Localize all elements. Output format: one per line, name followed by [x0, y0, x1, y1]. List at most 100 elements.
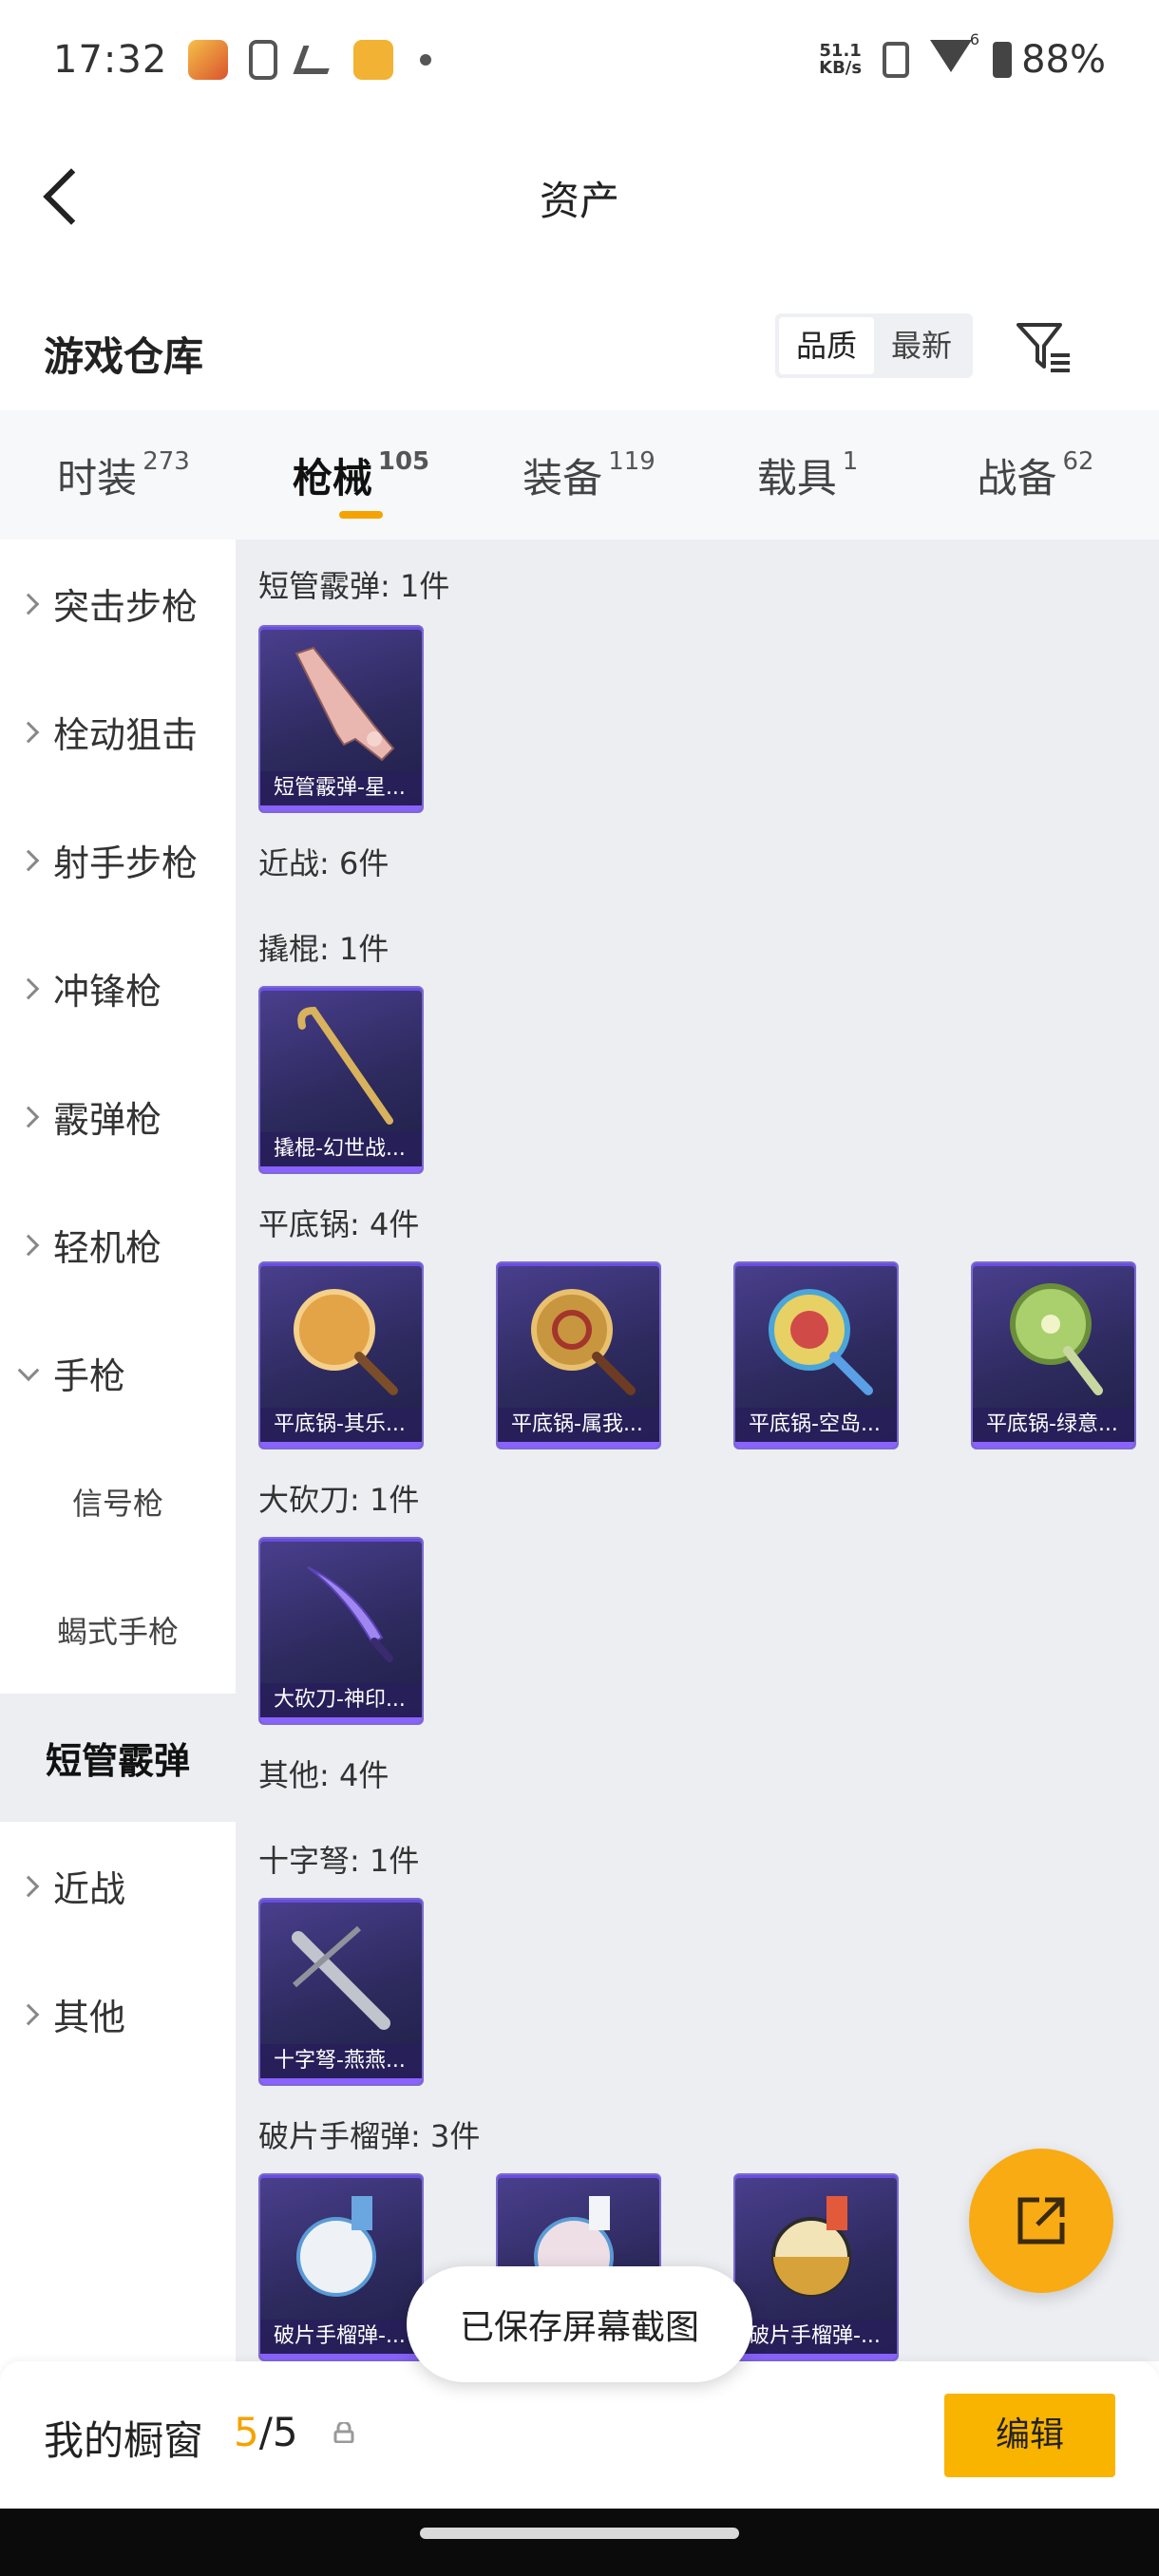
sidebar-subitem-flare-gun[interactable]: 信号枪: [0, 1437, 236, 1565]
chevron-right-icon: [17, 1234, 40, 1256]
status-bar: 17:32 51.1 KB/s 6 88%: [0, 0, 1159, 119]
sidebar-item-label: 栓动狙击: [53, 714, 199, 756]
chevron-right-icon: [17, 849, 40, 871]
sidebar-item-pistol[interactable]: 手枪: [0, 1309, 236, 1437]
section-header: 近战: 6件: [258, 845, 390, 881]
tab-label: 载具: [756, 454, 837, 502]
item-card[interactable]: 平底锅-空岛...: [733, 1261, 899, 1449]
item-card[interactable]: 十字弩-燕燕...: [258, 1898, 424, 2086]
chevron-right-icon: [17, 2003, 40, 2025]
sidebar-item-label: 其他: [53, 1997, 126, 2038]
tab-equipment[interactable]: 装备 119: [475, 410, 703, 540]
tab-firearms[interactable]: 枪械 105: [247, 410, 475, 540]
frying-pan-icon: [294, 1289, 398, 1395]
item-card-label: 平底锅-其乐...: [260, 1408, 422, 1442]
sort-quality-button[interactable]: 品质: [779, 317, 875, 374]
screenshot-toast: 已保存屏幕截图: [407, 2266, 752, 2382]
item-card[interactable]: 平底锅-属我...: [496, 1261, 661, 1449]
wifi-indicator: 6: [930, 30, 979, 82]
sort-latest-button[interactable]: 最新: [874, 317, 969, 374]
showcase-bar: 我的橱窗 5/5 编辑: [0, 2361, 1159, 2509]
showcase-total: 5: [272, 2409, 298, 2455]
edit-button[interactable]: 编辑: [944, 2394, 1115, 2477]
home-gesture-bar[interactable]: [420, 2528, 739, 2539]
category-sidebar: 突击步枪 栓动狙击 射手步枪 冲锋枪 霰弹枪 轻机枪 手枪 信号枪 蝎式手枪 短…: [0, 540, 236, 2361]
battery-icon: [993, 41, 1013, 78]
frying-pan-icon: [1010, 1283, 1103, 1395]
phone-sync-icon: [249, 39, 278, 80]
item-card-label: 破片手榴弹-...: [735, 2320, 897, 2354]
showcase-label: 我的橱窗: [44, 2417, 204, 2464]
sidebar-subitem-sawed-off[interactable]: 短管霰弹: [0, 1694, 236, 1822]
chevron-right-icon: [17, 593, 40, 615]
item-card-label: 撬棍-幻世战...: [260, 1132, 422, 1166]
sidebar-item-lmg[interactable]: 轻机枪: [0, 1181, 236, 1309]
check-app-icon: [293, 45, 338, 74]
item-card[interactable]: 撬棍-幻世战...: [258, 986, 424, 1174]
section-header: 破片手榴弹: 3件: [258, 2118, 481, 2154]
sidebar-item-marksman-rifle[interactable]: 射手步枪: [0, 796, 236, 924]
sidebar-item-label: 突击步枪: [53, 586, 199, 628]
active-tab-indicator: [339, 511, 383, 519]
frying-pan-icon: [769, 1289, 873, 1395]
sidebar-subitem-scorpion-pistol[interactable]: 蝎式手枪: [0, 1565, 236, 1694]
status-time: 17:32: [53, 37, 168, 82]
sidebar-item-label: 短管霰弹: [45, 1740, 190, 1782]
tab-vehicles[interactable]: 载具 1: [703, 410, 912, 540]
item-card-label: 平底锅-绿意...: [973, 1408, 1134, 1442]
sidebar-item-other[interactable]: 其他: [0, 1950, 236, 2078]
item-card-label: 破片手榴弹-...: [260, 2320, 422, 2354]
sidebar-item-shotgun[interactable]: 霰弹枪: [0, 1052, 236, 1181]
sidebar-item-bolt-sniper[interactable]: 栓动狙击: [0, 668, 236, 796]
item-card[interactable]: 平底锅-其乐...: [258, 1261, 424, 1449]
sidebar-item-label: 信号枪: [71, 1485, 163, 1522]
item-card[interactable]: 平底锅-绿意...: [971, 1261, 1136, 1449]
vibrate-icon: [883, 41, 910, 78]
page-title: 资产: [539, 178, 619, 224]
app-screen: 17:32 51.1 KB/s 6 88% 资产 游戏仓库 品质 最新 时装 2…: [0, 0, 1159, 2576]
machete-icon: [307, 1566, 393, 1662]
frying-pan-icon: [531, 1289, 636, 1395]
shotgun-icon: [294, 646, 395, 762]
sidebar-item-melee[interactable]: 近战: [0, 1822, 236, 1950]
grenade-icon: [296, 2196, 376, 2297]
wifi-icon: [930, 39, 973, 72]
wifi-badge: 6: [969, 29, 980, 48]
filter-button[interactable]: [1013, 315, 1075, 378]
showcase-current: 5: [234, 2409, 259, 2455]
header: 资产: [0, 142, 1159, 247]
tab-label: 装备: [522, 454, 603, 502]
system-nav-bar: [0, 2509, 1159, 2576]
item-grid: 短管霰弹: 1件 短管霰弹-星... 近战: 6件 撬棍: 1件 撬棍-幻世战.…: [236, 540, 1159, 2361]
crowbar-icon: [297, 1006, 393, 1125]
chevron-right-icon: [17, 1875, 40, 1897]
section-header: 十字弩: 1件: [258, 1843, 420, 1879]
section-header: 大砍刀: 1件: [258, 1482, 420, 1518]
sidebar-item-label: 手枪: [53, 1355, 126, 1397]
section-header: 撬棍: 1件: [258, 931, 390, 967]
crossbow-icon: [292, 1925, 390, 2030]
item-card-label: 平底锅-空岛...: [735, 1408, 897, 1442]
chevron-right-icon: [17, 1106, 40, 1127]
item-card[interactable]: 破片手榴弹-...: [733, 2173, 899, 2361]
sidebar-item-label: 霰弹枪: [53, 1099, 162, 1141]
sidebar-item-label: 蝎式手枪: [56, 1613, 179, 1650]
share-button[interactable]: [969, 2149, 1113, 2293]
item-card[interactable]: 破片手榴弹-...: [258, 2173, 424, 2361]
sidebar-item-assault-rifle[interactable]: 突击步枪: [0, 540, 236, 668]
sidebar-item-smg[interactable]: 冲锋枪: [0, 924, 236, 1052]
tab-fashion[interactable]: 时装 273: [0, 410, 247, 540]
chevron-down-icon: [17, 1358, 40, 1381]
category-tabs: 时装 273 枪械 105 装备 119 载具 1 战备 62: [0, 410, 1159, 540]
tab-label: 时装: [57, 454, 138, 502]
sort-toggle: 品质 最新: [775, 313, 974, 378]
showcase-count: 5/5: [234, 2409, 298, 2455]
item-card-label: 短管霰弹-星...: [260, 771, 422, 805]
item-card[interactable]: 大砍刀-神印...: [258, 1537, 424, 1725]
tab-count: 273: [142, 447, 190, 476]
tab-count: 1: [842, 447, 859, 476]
tab-supplies[interactable]: 战备 62: [912, 410, 1159, 540]
item-card[interactable]: 短管霰弹-星...: [258, 625, 424, 813]
more-notifications-dot: [420, 53, 432, 66]
chevron-right-icon: [17, 977, 40, 999]
